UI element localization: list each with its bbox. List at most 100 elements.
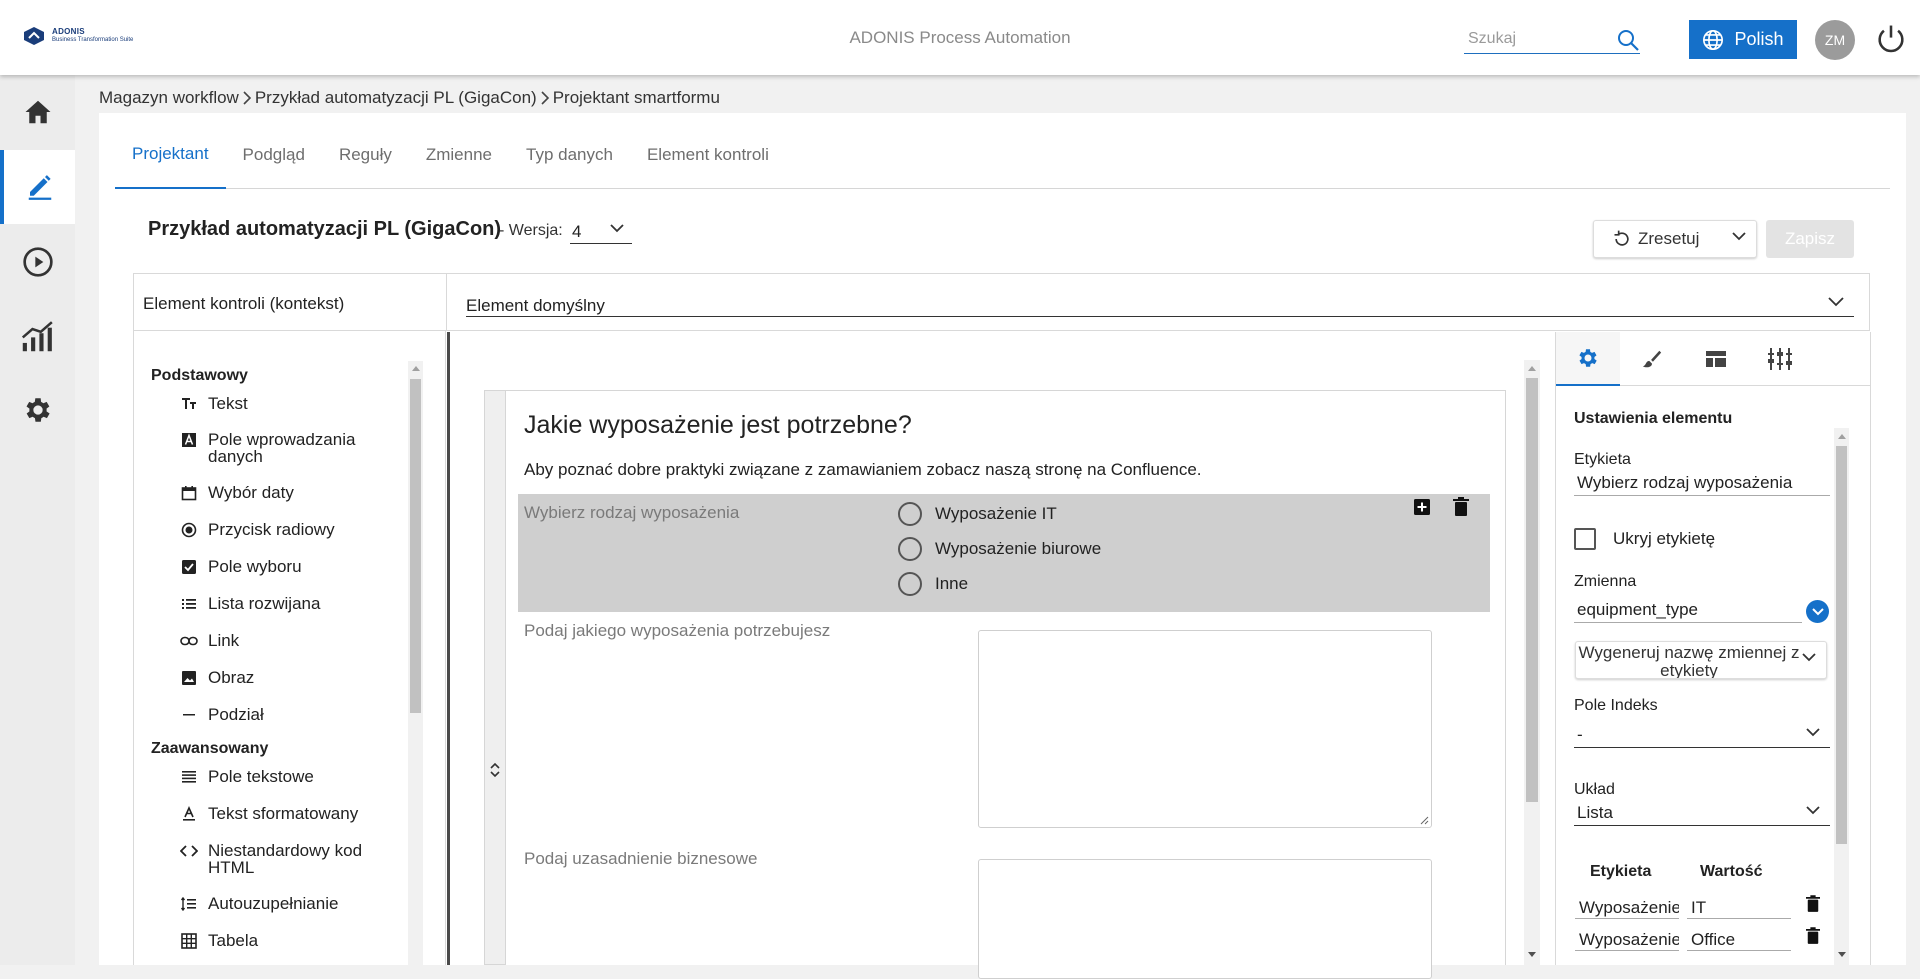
palette-item-date[interactable]: Wybór daty [180, 484, 400, 502]
canvas-scrollbar[interactable] [1524, 360, 1540, 965]
palette-item-input[interactable]: Pole wprowadzania danych [180, 431, 400, 465]
tab-variables[interactable]: Zmienne [409, 113, 509, 189]
tab-data-type[interactable]: Typ danych [509, 113, 630, 189]
search-icon[interactable] [1616, 28, 1640, 52]
palette-item-link[interactable]: Link [180, 632, 400, 650]
delete-icon[interactable] [1806, 895, 1820, 913]
nav-home[interactable] [0, 75, 75, 149]
palette-scrollbar[interactable] [408, 361, 423, 965]
nav-analytics[interactable] [0, 299, 75, 373]
palette-item-text[interactable]: Tekst [180, 395, 400, 413]
version-select[interactable]: 4 [570, 218, 632, 244]
scroll-up-arrow-icon[interactable] [1838, 433, 1846, 439]
properties-scrollbar-thumb[interactable] [1836, 446, 1847, 844]
save-button[interactable]: Zapisz [1766, 220, 1854, 258]
options-table-header-value: Wartość [1700, 863, 1763, 880]
chevron-down-icon [1828, 297, 1844, 307]
palette-item-table[interactable]: Tabela [180, 932, 400, 950]
radio-option-other[interactable]: Inne [898, 572, 968, 596]
palette-header-advanced: Zaawansowany [151, 740, 269, 757]
variable-input[interactable]: equipment_type [1574, 596, 1802, 623]
business-justification-textarea[interactable] [978, 859, 1432, 979]
form-description[interactable]: Aby poznać dobre praktyki związane z zam… [524, 460, 1202, 480]
chevron-down-icon [1806, 806, 1820, 815]
drag-handle-column[interactable] [484, 390, 506, 965]
add-box-icon[interactable] [1413, 498, 1431, 516]
selected-radio-field[interactable]: Wybierz rodzaj wyposażenia Wyposażenie I… [518, 494, 1490, 612]
palette-item-textarea[interactable]: Pole tekstowe [180, 768, 400, 786]
radio-option-office[interactable]: Wyposażenie biurowe [898, 537, 1101, 561]
breadcrumb: Magazyn workflow Przykład automatyzacji … [99, 88, 720, 108]
rich-text-icon [180, 805, 198, 823]
adonis-logo[interactable]: ADONIS Business Transformation Suite [22, 26, 133, 46]
option-label-input[interactable]: Wyposażenie IT [1575, 893, 1679, 919]
logo-mark-icon [24, 27, 44, 45]
layout-caption: Układ [1574, 781, 1615, 798]
input-field-icon [180, 431, 198, 449]
palette-item-radio[interactable]: Przycisk radiowy [180, 521, 400, 539]
palette-item-autocomplete[interactable]: Autouzupełnianie [180, 895, 400, 913]
field-label-business-justification: Podaj uzasadnienie biznesowe [524, 849, 758, 868]
breadcrumb-item-workflow[interactable]: Magazyn workflow [99, 88, 239, 108]
nav-run[interactable] [0, 225, 75, 299]
form-heading[interactable]: Jakie wyposażenie jest potrzebne? [524, 411, 912, 440]
layout-select[interactable]: Lista [1574, 799, 1830, 826]
option-value-input[interactable]: Office [1687, 925, 1791, 951]
scroll-up-arrow-icon[interactable] [412, 365, 420, 371]
index-select[interactable]: - [1574, 721, 1830, 748]
palette-item-divider[interactable]: Podział [180, 706, 400, 724]
radio-circle-icon[interactable] [898, 502, 922, 526]
resize-handle-icon[interactable] [1419, 815, 1429, 825]
generate-variable-button[interactable]: Wygeneruj nazwę zmiennej z etykiety [1575, 641, 1827, 679]
variable-dropdown-icon[interactable] [1806, 600, 1829, 623]
reset-button[interactable]: Zresetuj [1593, 220, 1757, 258]
canvas-scrollbar-thumb[interactable] [1526, 378, 1538, 802]
palette-item-rich-text[interactable]: Tekst sformatowany [180, 805, 400, 823]
radio-option-it[interactable]: Wyposażenie IT [898, 502, 1057, 526]
context-select[interactable]: Element domyślny [466, 287, 1854, 317]
home-icon [23, 97, 53, 127]
ptab-style[interactable] [1620, 332, 1684, 386]
scroll-up-arrow-icon[interactable] [1528, 365, 1536, 371]
palette-item-image[interactable]: Obraz [180, 669, 400, 687]
tab-designer[interactable]: Projektant [115, 113, 226, 189]
radio-circle-icon[interactable] [898, 537, 922, 561]
ptab-advanced[interactable] [1748, 332, 1812, 386]
power-icon[interactable] [1874, 22, 1908, 56]
properties-scrollbar[interactable] [1834, 428, 1849, 965]
palette-item-checkbox[interactable]: Pole wyboru [180, 558, 400, 576]
palette-scrollbar-thumb[interactable] [410, 379, 421, 713]
tab-rules[interactable]: Reguły [322, 113, 409, 189]
label-input[interactable]: Wybierz rodzaj wyposażenia [1574, 469, 1830, 496]
image-icon [180, 669, 198, 687]
search-box [1464, 26, 1640, 54]
palette-item-custom-html[interactable]: Niestandardowy kod HTML [180, 842, 400, 876]
search-input[interactable] [1464, 26, 1609, 52]
option-value-input[interactable]: IT [1687, 893, 1791, 919]
user-avatar[interactable]: ZM [1815, 20, 1855, 60]
scroll-down-arrow-icon[interactable] [1528, 952, 1536, 958]
radio-circle-icon[interactable] [898, 572, 922, 596]
tab-control-element[interactable]: Element kontroli [630, 113, 786, 189]
label-caption: Etykieta [1574, 451, 1631, 468]
tab-preview[interactable]: Podgląd [226, 113, 322, 189]
language-label: Polish [1734, 29, 1784, 49]
delete-icon[interactable] [1453, 497, 1469, 517]
palette-item-dropdown[interactable]: Lista rozwijana [180, 595, 400, 613]
option-label-input[interactable]: Wyposażenie biurowe [1575, 925, 1679, 951]
ptab-layout[interactable] [1684, 332, 1748, 386]
language-button[interactable]: Polish [1689, 20, 1797, 59]
play-icon [22, 246, 54, 278]
scroll-down-arrow-icon[interactable] [1838, 952, 1846, 958]
nav-designer[interactable] [0, 150, 75, 224]
delete-icon[interactable] [1806, 927, 1820, 945]
chevron-right-icon [540, 91, 550, 105]
equipment-needed-textarea[interactable] [978, 630, 1432, 828]
breadcrumb-item-process[interactable]: Przykład automatyzacji PL (GigaCon) [255, 88, 537, 108]
ptab-settings[interactable] [1556, 332, 1620, 386]
drag-handle-icon[interactable] [490, 762, 500, 778]
hide-label-checkbox[interactable] [1574, 528, 1596, 550]
nav-settings[interactable] [0, 373, 75, 447]
chevron-down-icon[interactable] [1732, 232, 1746, 241]
chevron-down-icon [1802, 653, 1816, 662]
